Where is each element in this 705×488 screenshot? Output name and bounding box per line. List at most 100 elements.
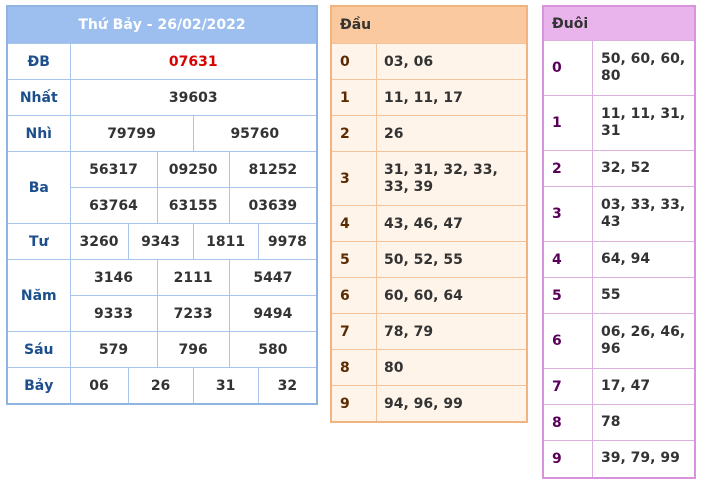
duoi-row: 8 78	[542, 404, 696, 441]
prize-nam-1: 3146	[69, 259, 158, 296]
label-bay: Bảy	[6, 367, 71, 405]
dau-value: 31, 31, 32, 33, 33, 39	[376, 151, 528, 206]
label-nhi: Nhì	[6, 115, 71, 152]
duoi-row: 6 06, 26, 46, 96	[542, 313, 696, 369]
duoi-row: 0 50, 60, 60, 80	[542, 40, 696, 96]
prize-ba-4: 63764	[69, 187, 158, 224]
duoi-key: 1	[542, 95, 593, 151]
dau-row: 9 94, 96, 99	[330, 385, 528, 423]
duoi-key: 4	[542, 241, 593, 278]
duoi-table: Đuôi 0 50, 60, 60, 80 1 11, 11, 31, 31 2 32…	[542, 5, 696, 479]
dau-key: 3	[330, 151, 377, 206]
dau-row: 0 03, 06	[330, 43, 528, 80]
label-nhat: Nhất	[6, 79, 71, 116]
prize-ba-5: 63155	[156, 187, 230, 224]
results-title: Thứ Bảy - 26/02/2022	[7, 6, 317, 44]
duoi-value: 78	[592, 404, 696, 441]
duoi-value: 64, 94	[592, 241, 696, 278]
duoi-row: 2 32, 52	[542, 150, 696, 187]
label-sau: Sáu	[6, 331, 71, 368]
duoi-value: 06, 26, 46, 96	[592, 313, 696, 369]
duoi-row: 4 64, 94	[542, 241, 696, 278]
duoi-value: 11, 11, 31, 31	[592, 95, 696, 151]
duoi-row: 3 03, 33, 33, 43	[542, 186, 696, 242]
duoi-value: 17, 47	[592, 368, 696, 405]
dau-key: 8	[330, 349, 377, 386]
dau-value: 26	[376, 115, 528, 152]
results-table: Thứ Bảy - 26/02/2022 ĐB 07631 Nhất 39603…	[6, 5, 318, 405]
row-nam-1: Năm 3146 2111 5447	[6, 259, 318, 332]
dau-key: 0	[330, 43, 377, 80]
dau-key: 4	[330, 205, 377, 242]
dau-header: Đầu	[331, 6, 527, 44]
duoi-key: 9	[542, 440, 593, 478]
duoi-header: Đuôi	[543, 6, 695, 41]
row-nhi: Nhì 79799 95760	[6, 115, 318, 152]
duoi-row: 1 11, 11, 31, 31	[542, 95, 696, 151]
label-db: ĐB	[6, 43, 71, 80]
dau-value: 80	[376, 349, 528, 386]
row-bay: Bảy 06 26 31 32	[6, 367, 318, 405]
prize-ba-1: 56317	[69, 151, 158, 188]
prize-tu-2: 9343	[127, 223, 194, 260]
prize-ba-3: 81252	[228, 151, 318, 188]
dau-table: Đầu 0 03, 06 1 11, 11, 17 2 26 3 31, 31, 32,…	[330, 5, 528, 423]
prize-nam-6: 9494	[228, 295, 318, 332]
dau-key: 6	[330, 277, 377, 314]
dau-value: 50, 52, 55	[376, 241, 528, 278]
row-sau: Sáu 579 796 580	[6, 331, 318, 368]
dau-row: 6 60, 60, 64	[330, 277, 528, 314]
dau-row: 1 11, 11, 17	[330, 79, 528, 116]
duoi-key: 7	[542, 368, 593, 405]
duoi-value: 32, 52	[592, 150, 696, 187]
prize-nam-3: 5447	[228, 259, 318, 296]
dau-row: 4 43, 46, 47	[330, 205, 528, 242]
dau-key: 2	[330, 115, 377, 152]
duoi-value: 03, 33, 33, 43	[592, 186, 696, 242]
dau-value: 03, 06	[376, 43, 528, 80]
duoi-row: 5 55	[542, 277, 696, 314]
duoi-row: 9 39, 79, 99	[542, 440, 696, 478]
dau-row: 7 78, 79	[330, 313, 528, 350]
prize-bay-4: 32	[257, 367, 318, 405]
prize-nam-5: 7233	[156, 295, 230, 332]
prize-tu-1: 3260	[69, 223, 129, 260]
prize-bay-1: 06	[69, 367, 129, 405]
dau-key: 7	[330, 313, 377, 350]
dau-row: 8 80	[330, 349, 528, 386]
duoi-value: 39, 79, 99	[592, 440, 696, 478]
dau-value: 78, 79	[376, 313, 528, 350]
dau-key: 1	[330, 79, 377, 116]
label-ba: Ba	[6, 151, 71, 224]
prize-sau-1: 579	[69, 331, 158, 368]
dau-row: 2 26	[330, 115, 528, 152]
duoi-key: 8	[542, 404, 593, 441]
dau-value: 11, 11, 17	[376, 79, 528, 116]
label-nam: Năm	[6, 259, 71, 332]
row-ba-1: Ba 56317 09250 81252	[6, 151, 318, 224]
row-db: ĐB 07631	[6, 43, 318, 80]
duoi-key: 3	[542, 186, 593, 242]
prize-nhat: 39603	[69, 79, 318, 116]
duoi-key: 6	[542, 313, 593, 369]
dau-value: 94, 96, 99	[376, 385, 528, 423]
prize-bay-3: 31	[192, 367, 259, 405]
prize-ba-2: 09250	[156, 151, 230, 188]
row-tu: Tư 3260 9343 1811 9978	[6, 223, 318, 260]
duoi-value: 50, 60, 60, 80	[592, 40, 696, 96]
prize-db: 07631	[69, 43, 318, 80]
label-tu: Tư	[6, 223, 71, 260]
prize-bay-2: 26	[127, 367, 194, 405]
duoi-value: 55	[592, 277, 696, 314]
dau-value: 43, 46, 47	[376, 205, 528, 242]
duoi-key: 5	[542, 277, 593, 314]
dau-row: 3 31, 31, 32, 33, 33, 39	[330, 151, 528, 206]
prize-nhi-2: 95760	[192, 115, 318, 152]
prize-sau-2: 796	[156, 331, 230, 368]
prize-nam-2: 2111	[156, 259, 230, 296]
prize-sau-3: 580	[228, 331, 318, 368]
duoi-key: 2	[542, 150, 593, 187]
prize-nhi-1: 79799	[69, 115, 194, 152]
prize-tu-4: 9978	[257, 223, 318, 260]
dau-value: 60, 60, 64	[376, 277, 528, 314]
